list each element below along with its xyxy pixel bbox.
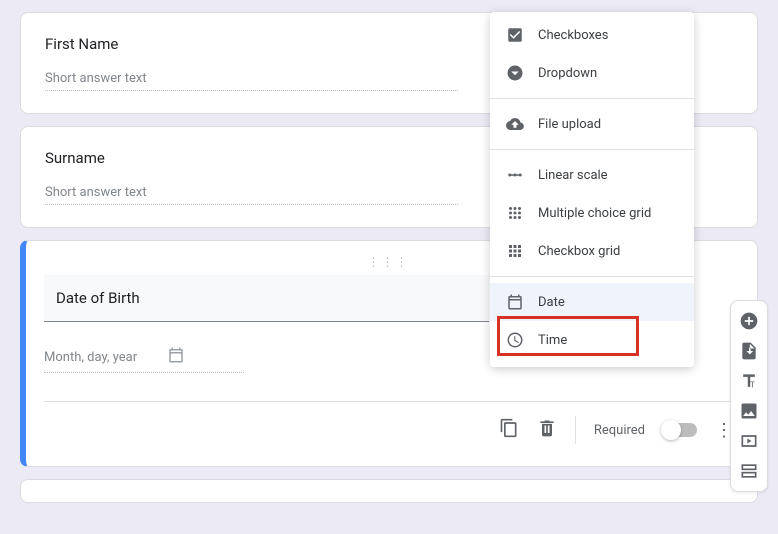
menu-separator — [490, 98, 694, 99]
clock-icon — [506, 331, 524, 349]
menu-item-dropdown[interactable]: Dropdown — [490, 54, 694, 92]
menu-item-time[interactable]: Time — [490, 321, 694, 359]
import-questions-button[interactable] — [735, 337, 763, 365]
menu-item-date[interactable]: Date — [490, 283, 694, 321]
question-title-input[interactable] — [44, 275, 489, 322]
separator — [575, 416, 576, 444]
short-answer-placeholder: Short answer text — [45, 71, 458, 91]
menu-item-file-upload[interactable]: File upload — [490, 105, 694, 143]
add-image-button[interactable] — [735, 397, 763, 425]
add-question-button[interactable] — [735, 307, 763, 335]
question-card-next[interactable] — [20, 479, 758, 503]
square-grid-icon — [506, 242, 524, 260]
add-video-button[interactable] — [735, 427, 763, 455]
dot-grid-icon — [506, 204, 524, 222]
trash-icon[interactable] — [537, 418, 557, 442]
add-section-button[interactable] — [735, 457, 763, 485]
menu-label: Linear scale — [538, 168, 608, 183]
date-placeholder: Month, day, year — [44, 350, 137, 365]
menu-label: Checkbox grid — [538, 244, 620, 259]
question-footer: Required ⋮ — [44, 401, 733, 444]
menu-label: Dropdown — [538, 66, 597, 81]
copy-icon[interactable] — [499, 418, 519, 442]
menu-label: File upload — [538, 117, 601, 132]
cloud-upload-icon — [506, 115, 524, 133]
menu-label: Multiple choice grid — [538, 206, 651, 221]
svg-text:T: T — [750, 381, 755, 391]
menu-label: Time — [538, 333, 567, 348]
linear-scale-icon — [506, 166, 524, 184]
menu-item-linear-scale[interactable]: Linear scale — [490, 156, 694, 194]
menu-label: Checkboxes — [538, 28, 608, 43]
required-toggle[interactable] — [663, 423, 697, 437]
menu-item-checkbox-grid[interactable]: Checkbox grid — [490, 232, 694, 270]
short-answer-placeholder: Short answer text — [45, 185, 458, 205]
menu-label: Date — [538, 295, 565, 310]
add-title-button[interactable]: T — [735, 367, 763, 395]
date-answer-field: Month, day, year — [44, 346, 244, 373]
dropdown-icon — [506, 64, 524, 82]
checkbox-icon — [506, 26, 524, 44]
menu-separator — [490, 149, 694, 150]
menu-separator — [490, 276, 694, 277]
side-toolbar: T — [730, 300, 768, 492]
calendar-icon — [506, 293, 524, 311]
calendar-icon — [167, 346, 185, 368]
menu-item-multiple-choice-grid[interactable]: Multiple choice grid — [490, 194, 694, 232]
required-label: Required — [594, 423, 645, 438]
question-type-menu: Checkboxes Dropdown File upload Linear s… — [490, 12, 694, 367]
menu-item-checkboxes[interactable]: Checkboxes — [490, 16, 694, 54]
